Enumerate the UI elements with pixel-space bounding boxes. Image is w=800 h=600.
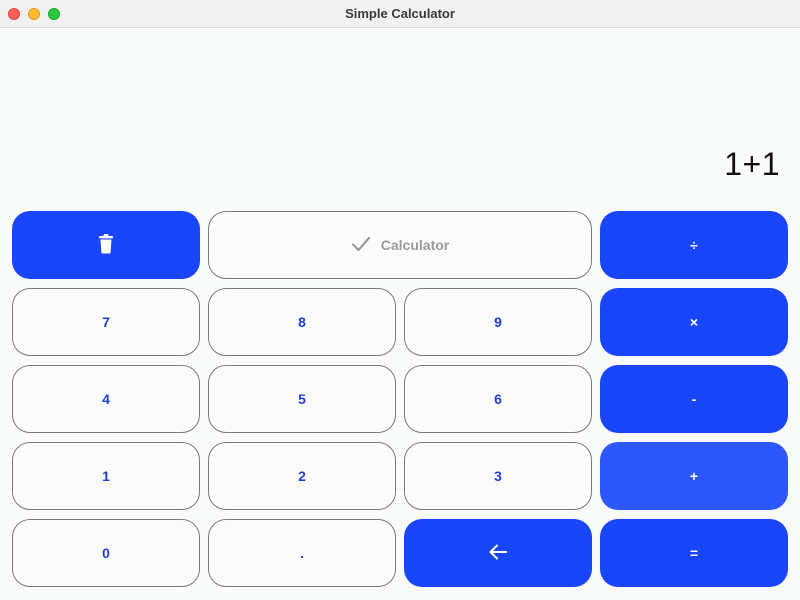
clear-button[interactable] <box>12 211 200 279</box>
backspace-button[interactable] <box>404 519 592 587</box>
window-title: Simple Calculator <box>345 6 455 21</box>
calculator-window: Simple Calculator 1+1 Calculator ÷ 7 8 9… <box>0 0 800 600</box>
arrow-left-icon <box>488 543 508 564</box>
digit-7-button[interactable]: 7 <box>12 288 200 356</box>
multiply-button[interactable]: × <box>600 288 788 356</box>
calculator-button[interactable]: Calculator <box>208 211 592 279</box>
divide-button[interactable]: ÷ <box>600 211 788 279</box>
add-button[interactable]: + <box>600 442 788 510</box>
trash-icon <box>98 233 114 257</box>
digit-9-button[interactable]: 9 <box>404 288 592 356</box>
digit-1-button[interactable]: 1 <box>12 442 200 510</box>
digit-6-button[interactable]: 6 <box>404 365 592 433</box>
calculator-display: 1+1 <box>724 146 780 182</box>
calculator-button-label: Calculator <box>380 237 450 253</box>
title-bar: Simple Calculator <box>0 0 800 28</box>
digit-5-button[interactable]: 5 <box>208 365 396 433</box>
digit-2-button[interactable]: 2 <box>208 442 396 510</box>
digit-3-button[interactable]: 3 <box>404 442 592 510</box>
decimal-button[interactable]: . <box>208 519 396 587</box>
subtract-button[interactable]: - <box>600 365 788 433</box>
digit-8-button[interactable]: 8 <box>208 288 396 356</box>
checkmark-icon <box>351 236 371 255</box>
equals-button[interactable]: = <box>600 519 788 587</box>
digit-0-button[interactable]: 0 <box>12 519 200 587</box>
digit-4-button[interactable]: 4 <box>12 365 200 433</box>
